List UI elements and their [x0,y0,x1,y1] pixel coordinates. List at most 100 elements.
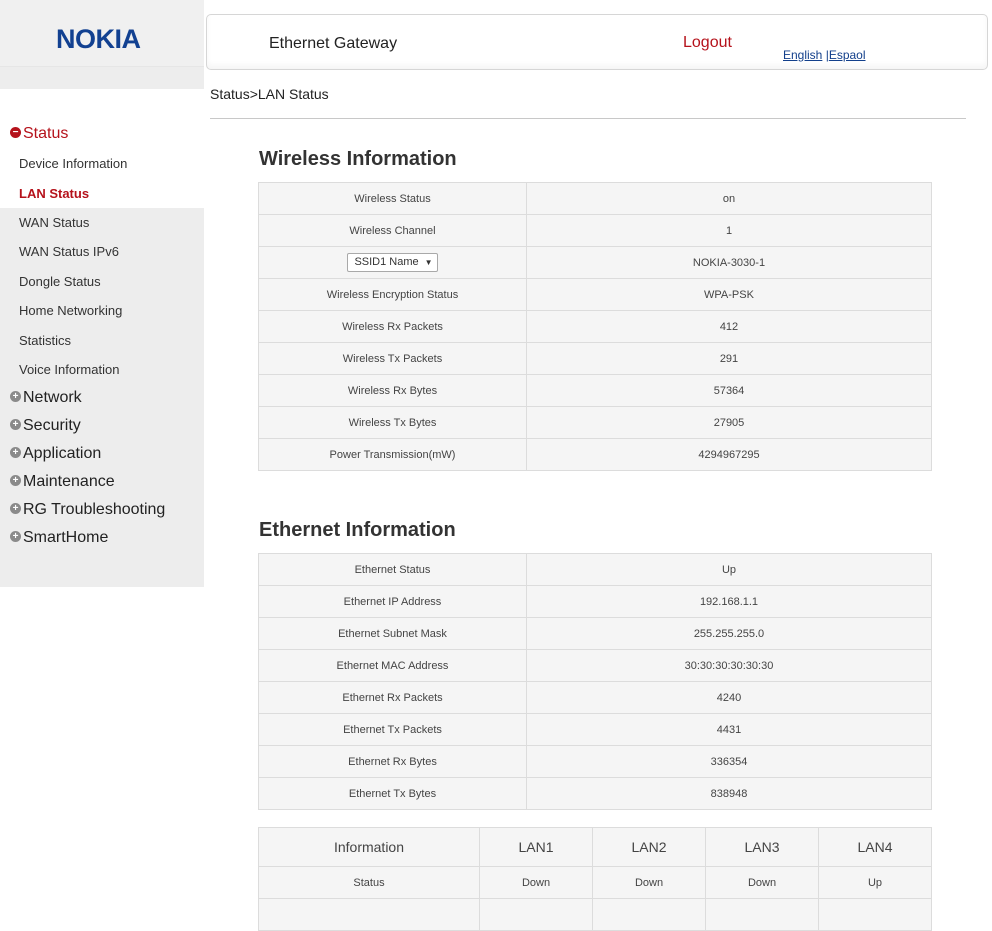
row-label: Ethernet Tx Packets [258,713,527,746]
table-cell [818,898,932,931]
row-value: Down [479,866,593,899]
row-value: 291 [526,342,932,375]
ssid-select-value: SSID1 Name [354,256,419,268]
row-label: Ethernet Rx Packets [258,681,527,714]
row-label: Ethernet Tx Bytes [258,777,527,810]
column-header: LAN3 [705,827,819,867]
ssid-select-cell: SSID1 Name ▼ [258,246,527,279]
row-value: 838948 [526,777,932,810]
table-row: Ethernet MAC Address 30:30:30:30:30:30 [258,649,932,682]
table-row: Wireless Rx Packets 412 [258,310,932,343]
table-row: Power Transmission(mW) 4294967295 [258,438,932,471]
row-label: Wireless Status [258,182,527,215]
expand-icon: + [10,502,21,514]
row-label: Power Transmission(mW) [258,438,527,471]
ssid-select[interactable]: SSID1 Name ▼ [347,253,438,272]
wireless-info-table: Wireless Status on Wireless Channel 1 SS… [258,182,932,471]
sidebar-item-wan-status[interactable]: WAN Status [19,215,89,231]
menu-section-label: Application [23,445,102,462]
table-row: Wireless Rx Bytes 57364 [258,374,932,407]
row-label: Wireless Tx Bytes [258,406,527,439]
sidebar: NOKIA − Status Device Information LAN St… [0,0,204,587]
breadcrumb: Status>LAN Status [210,86,329,102]
language-english-link[interactable]: English [783,48,822,62]
logo-area: NOKIA [0,0,204,67]
sidebar-item-home-networking[interactable]: Home Networking [19,303,122,319]
table-row: Ethernet Status Up [258,553,932,586]
row-value: Up [526,553,932,586]
row-value: 57364 [526,374,932,407]
row-value: 1 [526,214,932,247]
row-label: Ethernet Rx Bytes [258,745,527,778]
row-value: 336354 [526,745,932,778]
sidebar-item-device-information[interactable]: Device Information [19,156,127,172]
row-label: Wireless Tx Packets [258,342,527,375]
sidebar-item-lan-status[interactable]: LAN Status [19,186,89,202]
expand-icon: + [10,418,21,430]
row-value: 4240 [526,681,932,714]
table-row: Ethernet IP Address 192.168.1.1 [258,585,932,618]
header-bar: Ethernet Gateway Logout English |Espaol [206,14,988,70]
row-value: 30:30:30:30:30:30 [526,649,932,682]
table-row: Wireless Status on [258,182,932,215]
row-value: Up [818,866,932,899]
table-header-row: Information LAN1 LAN2 LAN3 LAN4 [258,827,932,867]
table-row: Wireless Tx Packets 291 [258,342,932,375]
row-label: Wireless Channel [258,214,527,247]
logout-link[interactable]: Logout [683,34,732,52]
row-label: Wireless Rx Packets [258,310,527,343]
row-value: 412 [526,310,932,343]
menu-section-application[interactable]: + Application [10,444,101,464]
menu-section-label: SmartHome [23,529,109,546]
table-row: Ethernet Rx Bytes 336354 [258,745,932,778]
expand-icon: + [10,446,21,458]
language-switcher: English |Espaol [783,48,866,62]
menu-section-status[interactable]: − Status [10,124,68,144]
row-value: 4431 [526,713,932,746]
language-espanol-link[interactable]: Espaol [829,48,866,62]
menu-section-label: Network [23,389,82,406]
column-header: LAN4 [818,827,932,867]
row-value: 192.168.1.1 [526,585,932,618]
sidebar-item-wan-status-ipv6[interactable]: WAN Status IPv6 [19,244,119,260]
row-value: on [526,182,932,215]
row-label: Ethernet IP Address [258,585,527,618]
menu-section-label: Security [23,417,81,434]
menu-section-label: Status [23,125,69,142]
table-cell [258,898,480,931]
column-header: LAN2 [592,827,706,867]
menu-section-security[interactable]: + Security [10,416,81,436]
row-value: Down [705,866,819,899]
table-row: Ethernet Rx Packets 4240 [258,681,932,714]
menu-section-maintenance[interactable]: + Maintenance [10,472,115,492]
app-title: Ethernet Gateway [269,35,398,52]
table-row: Wireless Tx Bytes 27905 [258,406,932,439]
sidebar-item-statistics[interactable]: Statistics [19,333,71,349]
row-value: WPA-PSK [526,278,932,311]
menu-section-rg-troubleshooting[interactable]: + RG Troubleshooting [10,500,165,520]
row-value: 255.255.255.0 [526,617,932,650]
menu-section-smarthome[interactable]: + SmartHome [10,528,108,548]
table-row: Wireless Channel 1 [258,214,932,247]
row-value: 4294967295 [526,438,932,471]
row-label: Wireless Rx Bytes [258,374,527,407]
wireless-section-title: Wireless Information [259,148,457,170]
expand-icon: + [10,390,21,402]
row-label: Ethernet Subnet Mask [258,617,527,650]
table-row: Ethernet Tx Packets 4431 [258,713,932,746]
sidebar-item-voice-information[interactable]: Voice Information [19,362,119,378]
table-row [258,898,932,931]
row-value: NOKIA-3030-1 [526,246,932,279]
collapse-icon: − [10,126,21,138]
menu-section-network[interactable]: + Network [10,388,82,408]
expand-icon: + [10,530,21,542]
menu-section-label: Maintenance [23,473,115,490]
table-cell [592,898,706,931]
row-value: 27905 [526,406,932,439]
chevron-down-icon: ▼ [424,258,433,267]
table-row: Wireless Encryption Status WPA-PSK [258,278,932,311]
divider [210,118,966,119]
nokia-logo: NOKIA [56,24,141,54]
table-row: Ethernet Subnet Mask 255.255.255.0 [258,617,932,650]
sidebar-item-dongle-status[interactable]: Dongle Status [19,274,101,290]
